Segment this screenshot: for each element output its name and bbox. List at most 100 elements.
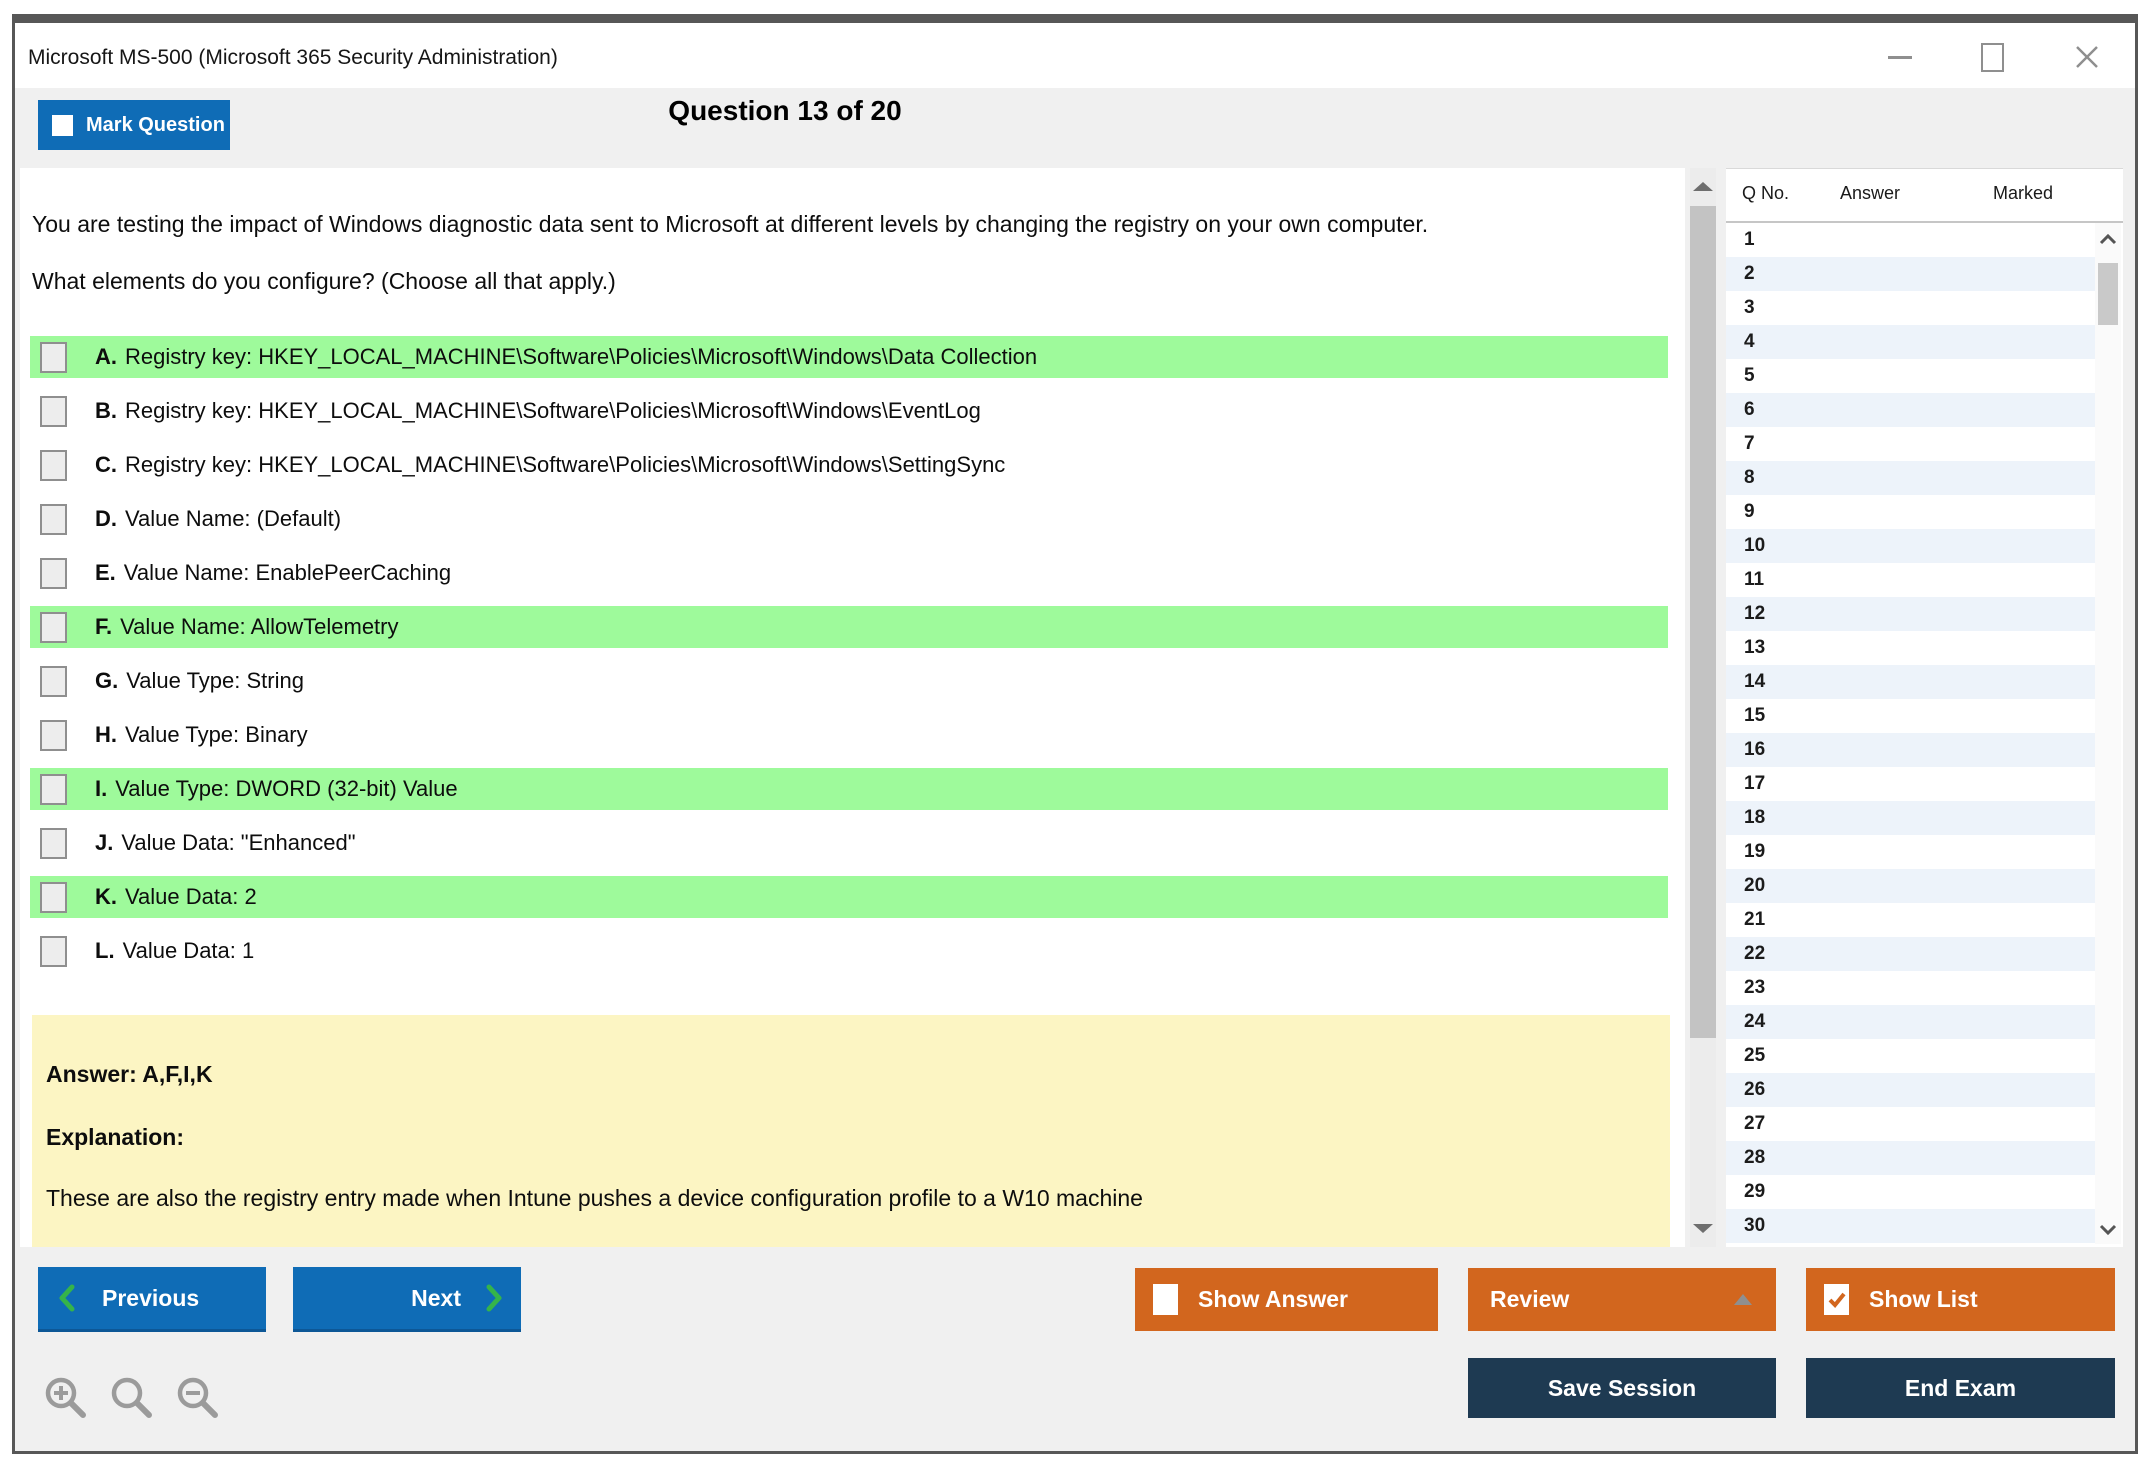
- option-label: J.Value Data: "Enhanced": [95, 830, 356, 856]
- question-panel-scrollbar[interactable]: [1690, 168, 1716, 1247]
- answer-option-row: J.Value Data: "Enhanced": [30, 822, 1668, 864]
- question-list-row[interactable]: 3: [1726, 291, 2095, 325]
- question-list-row[interactable]: 28: [1726, 1141, 2095, 1175]
- show-answer-button[interactable]: Show Answer: [1135, 1268, 1438, 1331]
- question-list-row[interactable]: 4: [1726, 325, 2095, 359]
- question-list-row[interactable]: 29: [1726, 1175, 2095, 1209]
- answer-option-row: K.Value Data: 2: [30, 876, 1668, 918]
- question-list-row[interactable]: 1: [1726, 223, 2095, 257]
- option-label: E.Value Name: EnablePeerCaching: [95, 560, 451, 586]
- save-session-button[interactable]: Save Session: [1468, 1358, 1776, 1418]
- next-button[interactable]: Next: [293, 1267, 521, 1332]
- option-label: H.Value Type: Binary: [95, 722, 308, 748]
- chevron-left-icon: [58, 1284, 76, 1312]
- question-list-row[interactable]: 11: [1726, 563, 2095, 597]
- question-list-panel: Q No. Answer Marked 12345678910111213141…: [1726, 168, 2123, 1247]
- question-list-row[interactable]: 23: [1726, 971, 2095, 1005]
- show-answer-checkbox[interactable]: [1153, 1284, 1178, 1315]
- option-checkbox[interactable]: [40, 396, 67, 427]
- question-list-row[interactable]: 17: [1726, 767, 2095, 801]
- option-checkbox[interactable]: [40, 666, 67, 697]
- scroll-up-icon[interactable]: [2099, 233, 2117, 245]
- window-title: Microsoft MS-500 (Microsoft 365 Security…: [28, 23, 558, 88]
- close-button[interactable]: [2067, 37, 2107, 77]
- question-list-row[interactable]: 7: [1726, 427, 2095, 461]
- zoom-reset-button[interactable]: [109, 1375, 155, 1421]
- question-panel: You are testing the impact of Windows di…: [20, 168, 1685, 1247]
- option-label: G.Value Type: String: [95, 668, 304, 694]
- question-list-row[interactable]: 30: [1726, 1209, 2095, 1243]
- answer-option-row: D.Value Name: (Default): [30, 498, 1668, 540]
- question-list: 1234567891011121314151617181920212223242…: [1726, 223, 2095, 1243]
- answer-option-row: H.Value Type: Binary: [30, 714, 1668, 756]
- zoom-out-button[interactable]: [175, 1375, 221, 1421]
- options-list: A.Registry key: HKEY_LOCAL_MACHINE\Softw…: [30, 336, 1685, 972]
- answer-line: Answer: A,F,I,K: [46, 1061, 1656, 1088]
- answer-box: Answer: A,F,I,K Explanation: These are a…: [32, 1015, 1670, 1247]
- scroll-up-icon[interactable]: [1693, 182, 1713, 191]
- answer-option-row: I.Value Type: DWORD (32-bit) Value: [30, 768, 1668, 810]
- answer-option-row: G.Value Type: String: [30, 660, 1668, 702]
- question-list-row[interactable]: 18: [1726, 801, 2095, 835]
- question-list-row[interactable]: 13: [1726, 631, 2095, 665]
- question-list-row[interactable]: 20: [1726, 869, 2095, 903]
- option-checkbox[interactable]: [40, 828, 67, 859]
- check-icon: [1827, 1290, 1847, 1310]
- option-checkbox[interactable]: [40, 774, 67, 805]
- option-checkbox[interactable]: [40, 504, 67, 535]
- question-list-scrollbar[interactable]: [2095, 223, 2121, 1244]
- question-list-row[interactable]: 26: [1726, 1073, 2095, 1107]
- show-list-checkbox[interactable]: [1824, 1284, 1849, 1315]
- question-counter: Question 13 of 20: [15, 95, 1555, 127]
- question-list-row[interactable]: 14: [1726, 665, 2095, 699]
- answer-option-row: L.Value Data: 1: [30, 930, 1668, 972]
- maximize-button[interactable]: [1972, 37, 2012, 77]
- option-checkbox[interactable]: [40, 612, 67, 643]
- option-label: K.Value Data: 2: [95, 884, 257, 910]
- question-list-row[interactable]: 24: [1726, 1005, 2095, 1039]
- question-list-row[interactable]: 2: [1726, 257, 2095, 291]
- question-list-row[interactable]: 12: [1726, 597, 2095, 631]
- column-qno: Q No.: [1742, 183, 1789, 204]
- option-checkbox[interactable]: [40, 882, 67, 913]
- end-exam-button[interactable]: End Exam: [1806, 1358, 2115, 1418]
- minimize-button[interactable]: [1880, 37, 1920, 77]
- zoom-toolbar: [43, 1375, 221, 1421]
- show-list-button[interactable]: Show List: [1806, 1268, 2115, 1331]
- option-label: I.Value Type: DWORD (32-bit) Value: [95, 776, 458, 802]
- option-label: F.Value Name: AllowTelemetry: [95, 614, 399, 640]
- review-button[interactable]: Review: [1468, 1268, 1776, 1331]
- question-list-row[interactable]: 15: [1726, 699, 2095, 733]
- question-list-row[interactable]: 9: [1726, 495, 2095, 529]
- option-checkbox[interactable]: [40, 720, 67, 751]
- question-list-row[interactable]: 8: [1726, 461, 2095, 495]
- option-label: C.Registry key: HKEY_LOCAL_MACHINE\Softw…: [95, 452, 1005, 478]
- scrollbar-thumb[interactable]: [1690, 206, 1716, 1038]
- question-list-row[interactable]: 25: [1726, 1039, 2095, 1073]
- question-list-row[interactable]: 19: [1726, 835, 2095, 869]
- zoom-in-button[interactable]: [43, 1375, 89, 1421]
- question-list-row[interactable]: 16: [1726, 733, 2095, 767]
- previous-button[interactable]: Previous: [38, 1267, 266, 1332]
- option-checkbox[interactable]: [40, 342, 67, 373]
- question-list-row[interactable]: 27: [1726, 1107, 2095, 1141]
- question-list-row[interactable]: 21: [1726, 903, 2095, 937]
- question-list-row[interactable]: 6: [1726, 393, 2095, 427]
- chevron-right-icon: [485, 1284, 503, 1312]
- question-list-row[interactable]: 10: [1726, 529, 2095, 563]
- question-list-row[interactable]: 5: [1726, 359, 2095, 393]
- answer-option-row: B.Registry key: HKEY_LOCAL_MACHINE\Softw…: [30, 390, 1668, 432]
- answer-option-row: E.Value Name: EnablePeerCaching: [30, 552, 1668, 594]
- answer-option-row: C.Registry key: HKEY_LOCAL_MACHINE\Softw…: [30, 444, 1668, 486]
- answer-option-row: A.Registry key: HKEY_LOCAL_MACHINE\Softw…: [30, 336, 1668, 378]
- option-checkbox[interactable]: [40, 558, 67, 589]
- option-checkbox[interactable]: [40, 936, 67, 967]
- show-answer-label: Show Answer: [1198, 1286, 1348, 1313]
- option-checkbox[interactable]: [40, 450, 67, 481]
- column-answer: Answer: [1840, 183, 1900, 204]
- scroll-down-icon[interactable]: [1693, 1224, 1713, 1233]
- scroll-down-icon[interactable]: [2099, 1224, 2117, 1236]
- scrollbar-thumb[interactable]: [2098, 263, 2118, 325]
- question-list-row[interactable]: 22: [1726, 937, 2095, 971]
- option-label: L.Value Data: 1: [95, 938, 254, 964]
